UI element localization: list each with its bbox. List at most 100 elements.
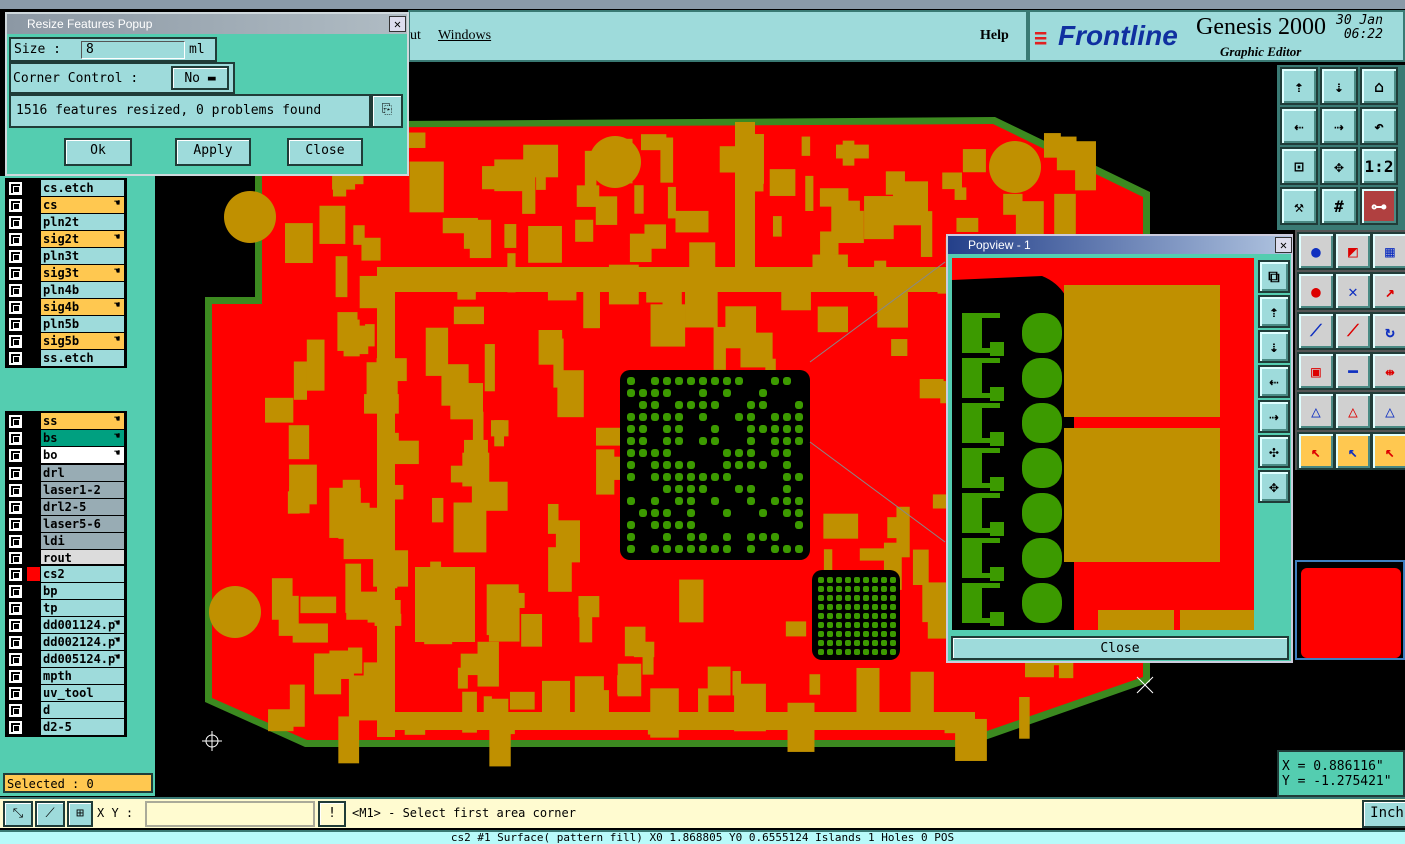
close-button[interactable]: Close — [287, 138, 363, 166]
layer-row[interactable]: cs.etch — [6, 180, 126, 196]
layer-checkbox[interactable] — [9, 182, 22, 195]
layer-checkbox[interactable] — [9, 518, 22, 531]
layer-row[interactable]: bo ☚ — [6, 447, 126, 463]
grid-icon[interactable]: # — [1320, 187, 1358, 225]
zoom-down-icon[interactable]: ⇣ — [1258, 330, 1290, 363]
layer-row[interactable]: tp — [6, 600, 126, 616]
layer-row[interactable]: drl2-5 — [6, 499, 126, 515]
layer-checkbox[interactable] — [9, 602, 22, 615]
mini-map[interactable] — [1295, 560, 1405, 660]
layer-row[interactable]: laser1-2 — [6, 482, 126, 498]
layer-checkbox[interactable] — [9, 585, 22, 598]
layer-checkbox[interactable] — [9, 687, 22, 700]
layer-checkbox[interactable] — [9, 636, 22, 649]
pan-right-icon[interactable]: ⇢ — [1320, 107, 1358, 145]
layer-checkbox[interactable] — [9, 467, 22, 480]
pan-left-icon[interactable]: ⇠ — [1258, 365, 1290, 398]
layer-checkbox[interactable] — [9, 199, 22, 212]
home-icon[interactable]: ⌂ — [1360, 67, 1398, 105]
menu-windows[interactable]: Windows — [438, 28, 491, 44]
zoom-up-icon[interactable]: ⇡ — [1258, 295, 1290, 328]
layer-checkbox[interactable] — [9, 568, 22, 581]
zoom-out-icon[interactable]: ✥ — [1258, 470, 1290, 503]
zoom-window-icon[interactable]: ⧉ — [1258, 260, 1290, 293]
layer-row[interactable]: dd001124.p ☚ — [6, 617, 126, 633]
menu-help[interactable]: Help — [980, 28, 1009, 44]
pan-left-icon[interactable]: ⇠ — [1280, 107, 1318, 145]
area-select-icon[interactable]: ◩ — [1334, 232, 1372, 270]
layer-checkbox[interactable] — [9, 653, 22, 666]
apply-button[interactable]: Apply — [175, 138, 251, 166]
popview-titlebar[interactable]: Popview - 1 — [948, 236, 1291, 254]
layer-checkbox[interactable] — [9, 250, 22, 263]
layer-checkbox[interactable] — [9, 619, 22, 632]
pan-right-icon[interactable]: ⇢ — [1258, 400, 1290, 433]
add-line-icon[interactable]: ↗ — [1371, 272, 1405, 310]
layer-row[interactable]: sig2t ☚ — [6, 231, 126, 247]
layer-row[interactable]: bp — [6, 583, 126, 599]
ruler-icon[interactable]: ▦ — [1371, 232, 1405, 270]
layer-checkbox[interactable] — [9, 670, 22, 683]
size-input[interactable]: 8 — [81, 41, 185, 59]
layer-checkbox[interactable] — [9, 484, 22, 497]
report-icon[interactable]: ⎘ — [371, 94, 403, 128]
zoom-up-icon[interactable]: ⇡ — [1280, 67, 1318, 105]
layer-row[interactable]: pln2t — [6, 214, 126, 230]
ok-button[interactable]: Ok — [64, 138, 132, 166]
layer-row[interactable]: pln5b — [6, 316, 126, 332]
layer-row[interactable]: cs ☚ — [6, 197, 126, 213]
grid-snap-icon[interactable]: ⊞ — [67, 801, 93, 827]
layer-checkbox[interactable] — [9, 318, 22, 331]
layer-checkbox[interactable] — [9, 267, 22, 280]
undo-view-icon[interactable]: ↶ — [1360, 107, 1398, 145]
menu-layout[interactable]: ut — [410, 28, 421, 44]
layer-row[interactable]: sig5b ☚ — [6, 333, 126, 349]
layer-checkbox[interactable] — [9, 352, 22, 365]
popup-titlebar[interactable]: Resize Features Popup — [7, 14, 407, 34]
layer-checkbox[interactable] — [9, 415, 22, 428]
layer-row[interactable]: ss.etch — [6, 350, 126, 366]
scale-1-2-icon[interactable]: 1:2 — [1360, 147, 1398, 185]
layer-checkbox[interactable] — [9, 449, 22, 462]
corner-control-dropdown[interactable]: No ▬ — [171, 66, 229, 90]
layer-checkbox[interactable] — [9, 301, 22, 314]
popview-canvas[interactable] — [952, 258, 1254, 630]
pointer-poly-icon[interactable]: ↖ — [1371, 432, 1405, 470]
alert-icon[interactable]: ! — [318, 801, 346, 827]
center-icon[interactable]: ✥ — [1320, 147, 1358, 185]
layer-checkbox[interactable] — [9, 233, 22, 246]
layer-checkbox[interactable] — [9, 216, 22, 229]
spacing-icon[interactable]: ⇹ — [1371, 352, 1405, 390]
layer-row[interactable]: pln4b — [6, 282, 126, 298]
layer-row[interactable]: sig3t ☚ — [6, 265, 126, 281]
zoom-in-icon[interactable]: ✣ — [1258, 435, 1290, 468]
move-icon[interactable]: ● — [1297, 232, 1335, 270]
add-pad-icon[interactable]: ● — [1297, 272, 1335, 310]
layer-checkbox[interactable] — [9, 721, 22, 734]
layer-row[interactable]: mpth — [6, 668, 126, 684]
layer-row[interactable]: sig4b ☚ — [6, 299, 126, 315]
pointer-icon[interactable]: ↖ — [1297, 432, 1335, 470]
layer-checkbox[interactable] — [9, 284, 22, 297]
edit-line-icon[interactable]: ⟋ — [1297, 312, 1335, 350]
pointer-box-icon[interactable]: ↖ — [1334, 432, 1372, 470]
tools-icon[interactable]: ⚒ — [1280, 187, 1318, 225]
layer-checkbox[interactable] — [9, 335, 22, 348]
popview-close-button[interactable]: Close — [951, 636, 1289, 660]
layer-checkbox[interactable] — [9, 432, 22, 445]
arc-icon[interactable]: △ — [1297, 392, 1335, 430]
layer-checkbox[interactable] — [9, 501, 22, 514]
layer-row[interactable]: dd002124.p ☚ — [6, 634, 126, 650]
layer-row[interactable]: drl — [6, 465, 126, 481]
arc3-icon[interactable]: △ — [1371, 392, 1405, 430]
snap-icon[interactable]: ⟋ — [35, 801, 65, 827]
pad-select-icon[interactable]: ▣ — [1297, 352, 1335, 390]
layer-row[interactable]: ldi — [6, 533, 126, 549]
layer-row[interactable]: dd005124.p ☚ — [6, 651, 126, 667]
rotate-icon[interactable]: ↻ — [1371, 312, 1405, 350]
measure-icon[interactable]: ⤡ — [3, 801, 33, 827]
popview-close-icon[interactable]: ✕ — [1275, 237, 1292, 253]
draw-line-icon[interactable]: ⟋ — [1334, 312, 1372, 350]
layer-row[interactable]: pln3t — [6, 248, 126, 264]
layer-row[interactable]: bs ☚ — [6, 430, 126, 446]
